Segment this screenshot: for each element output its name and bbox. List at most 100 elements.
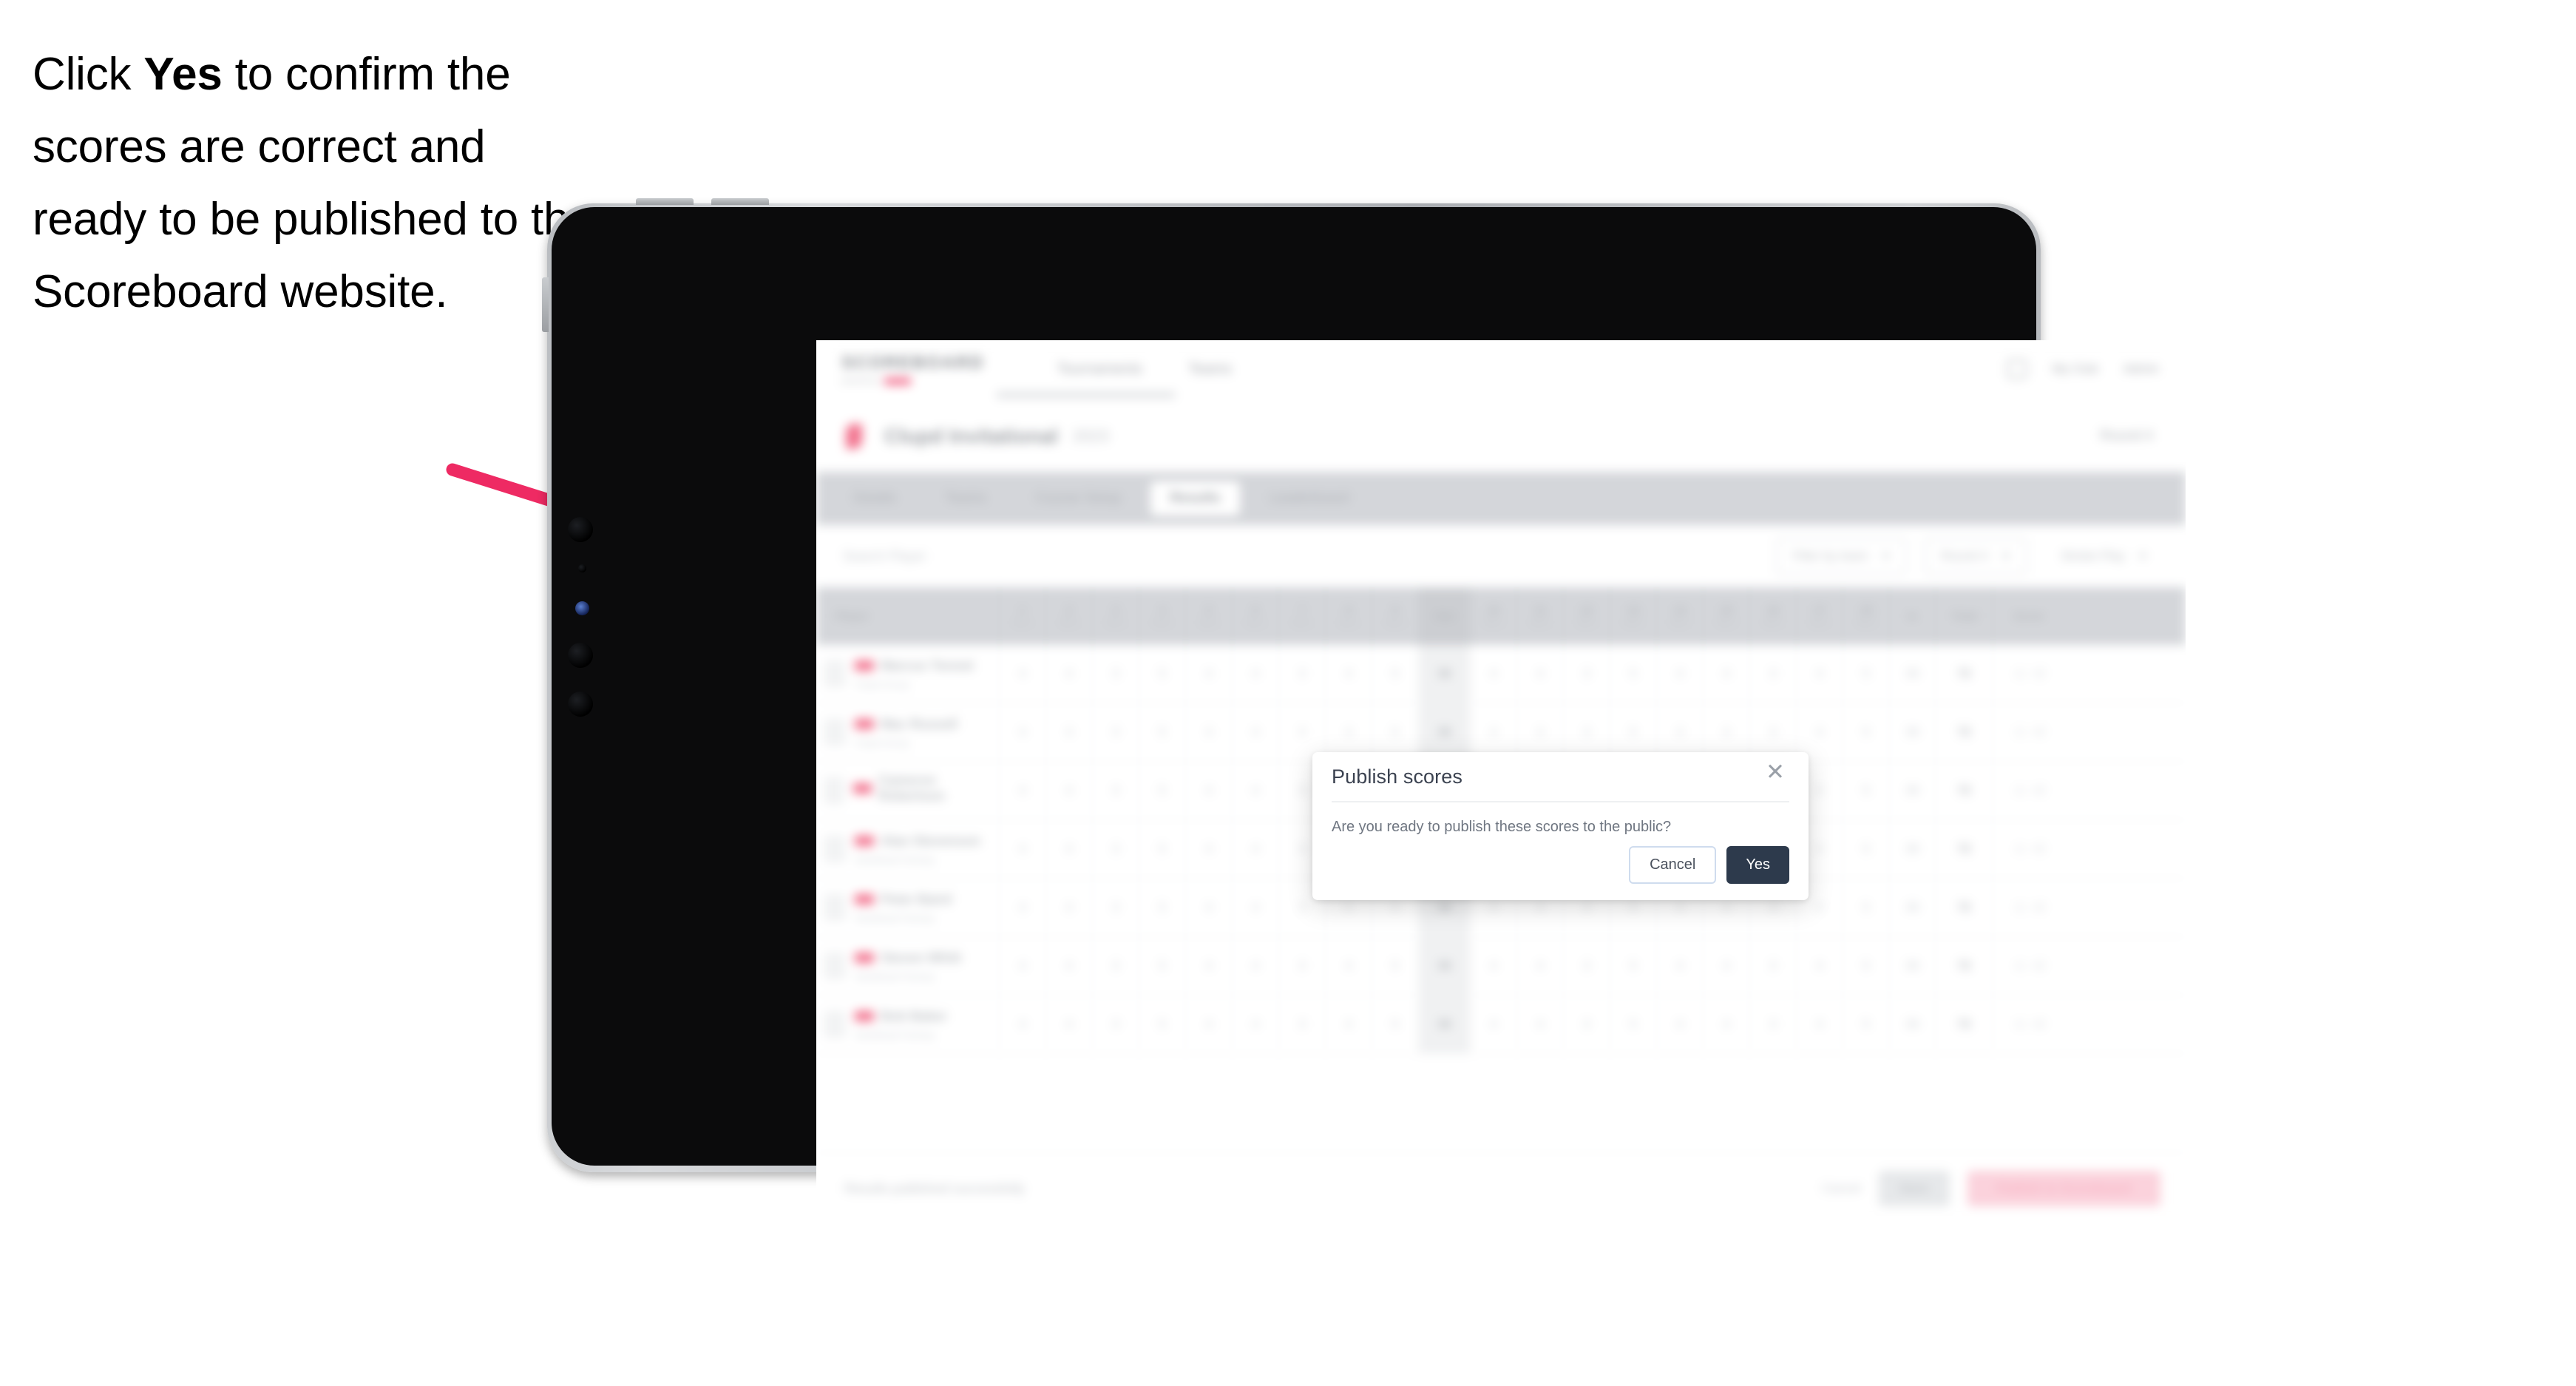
cell-in[interactable]: 36 [1890,820,1936,878]
cell-hole-4[interactable]: 5 [1139,762,1186,819]
cell-hole-6[interactable]: 4 [1233,937,1279,995]
tab-details[interactable]: Details [834,481,915,515]
cell-hole-9[interactable]: 5 [1372,937,1419,995]
cell-hole-1[interactable]: 4 [1000,995,1046,1053]
cell-hole-2[interactable]: 4 [1046,645,1093,703]
cell-hole-5[interactable]: 4 [1186,703,1233,761]
cell-hole-6[interactable]: 4 [1233,703,1279,761]
cell-hole-9[interactable]: 5 [1372,995,1419,1053]
cell-hole-12[interactable]: 3 [1564,995,1610,1053]
cell-hole-13[interactable]: 5 [1610,937,1657,995]
confirm-yes-button[interactable]: Yes [1726,846,1789,884]
cell-hole-10[interactable]: 4 [1471,937,1517,995]
cell-hole-3[interactable]: 3 [1093,645,1139,703]
nav-link-admin[interactable]: Admin [2123,362,2159,376]
cell-hole-3[interactable]: 3 [1093,820,1139,878]
table-row[interactable]: Steven Whitt Sandhead Fairway 4 4 3 5 4 4 3 4 5 36 4… [816,937,2186,995]
cell-hole-18[interactable]: 5 [1843,703,1890,761]
brand-logo[interactable]: SCOREBOARD powered by [841,353,984,385]
tab-results[interactable]: Results [1150,481,1240,515]
cell-hole-2[interactable]: 4 [1046,703,1093,761]
cell-hole-18[interactable]: 5 [1843,762,1890,819]
cell-hole-13[interactable]: 5 [1610,995,1657,1053]
volume-down-button[interactable] [711,198,769,205]
tab-course-setup[interactable]: Course Setup [1016,481,1140,515]
cell-hole-18[interactable]: 5 [1843,879,1890,936]
cell-hole-12[interactable]: 3 [1564,937,1610,995]
cell-hole-3[interactable]: 3 [1093,879,1139,936]
cell-hole-10[interactable]: 4 [1471,645,1517,703]
cell-hole-2[interactable]: 4 [1046,995,1093,1053]
cell-hole-8[interactable]: 4 [1326,937,1372,995]
cell-in[interactable]: 36 [1890,762,1936,819]
cell-hole-5[interactable]: 4 [1186,645,1233,703]
cell-hole-1[interactable]: 4 [1000,762,1046,819]
cell-hole-5[interactable]: 4 [1186,937,1233,995]
cell-hole-16[interactable]: 3 [1750,995,1797,1053]
cell-hole-5[interactable]: 4 [1186,879,1233,936]
cell-hole-1[interactable]: 4 [1000,820,1046,878]
power-button[interactable] [542,277,549,332]
cell-hole-15[interactable]: 4 [1704,937,1750,995]
cell-in[interactable]: 36 [1890,937,1936,995]
tab-leaderboard[interactable]: Leaderboard [1250,481,1369,515]
close-icon[interactable]: ✕ [1763,761,1788,786]
filter-team-dropdown[interactable]: Filter by team [1775,538,1907,575]
cell-hole-1[interactable]: 4 [1000,645,1046,703]
cell-hole-11[interactable]: 4 [1517,645,1564,703]
cell-hole-2[interactable]: 4 [1046,937,1093,995]
cell-hole-14[interactable]: 4 [1657,645,1704,703]
cell-hole-4[interactable]: 5 [1139,879,1186,936]
nav-link-teams[interactable]: Teams [1188,361,1232,378]
cell-hole-6[interactable]: 4 [1233,879,1279,936]
cell-hole-4[interactable]: 5 [1139,645,1186,703]
cell-hole-11[interactable]: 4 [1517,937,1564,995]
cell-hole-5[interactable]: 4 [1186,820,1233,878]
cell-hole-6[interactable]: 4 [1233,762,1279,819]
cell-hole-15[interactable]: 4 [1704,995,1750,1053]
cell-hole-16[interactable]: 3 [1750,937,1797,995]
tab-teams[interactable]: Teams [926,481,1006,515]
cell-hole-4[interactable]: 5 [1139,703,1186,761]
cell-hole-1[interactable]: 4 [1000,879,1046,936]
cell-hole-18[interactable]: 5 [1843,937,1890,995]
search-input[interactable]: Search Player [843,549,926,564]
cell-hole-18[interactable]: 5 [1843,995,1890,1053]
cell-hole-5[interactable]: 4 [1186,762,1233,819]
filter-round-dropdown[interactable]: Round 4 [1924,538,2027,575]
cell-hole-15[interactable]: 4 [1704,645,1750,703]
cell-hole-3[interactable]: 3 [1093,937,1139,995]
cell-hole-17[interactable]: 4 [1797,937,1843,995]
cell-hole-12[interactable]: 3 [1564,645,1610,703]
cell-in[interactable]: 36 [1890,645,1936,703]
cell-hole-18[interactable]: 5 [1843,645,1890,703]
cell-hole-18[interactable]: 5 [1843,820,1890,878]
cell-hole-14[interactable]: 4 [1657,937,1704,995]
cell-hole-17[interactable]: 4 [1797,645,1843,703]
cell-hole-5[interactable]: 4 [1186,995,1233,1053]
cell-hole-4[interactable]: 5 [1139,995,1186,1053]
footer-save-button[interactable]: Save [1878,1171,1950,1206]
table-row[interactable]: Marcus Tennet Clupd Group 4 4 3 5 4 4 3 4 5 36 4 4 3 5 4… [816,645,2186,703]
footer-publish-button[interactable]: Publish to Scoreboard [1967,1171,2160,1206]
cell-hole-1[interactable]: 4 [1000,937,1046,995]
cell-hole-7[interactable]: 3 [1279,645,1326,703]
cell-in[interactable]: 36 [1890,995,1936,1053]
table-row[interactable]: Bob Baker Sandhead Fairway 4 4 3 5 4 4 3 4 5 36 4 4 3 5… [816,995,2186,1054]
cell-hole-3[interactable]: 3 [1093,762,1139,819]
cell-hole-2[interactable]: 4 [1046,879,1093,936]
cell-hole-9[interactable]: 5 [1372,645,1419,703]
cell-in[interactable]: 36 [1890,703,1936,761]
cell-hole-3[interactable]: 3 [1093,703,1139,761]
footer-cancel-link[interactable]: Cancel [1822,1181,1861,1196]
user-icon[interactable] [2007,359,2027,379]
cell-hole-10[interactable]: 4 [1471,995,1517,1053]
cell-hole-6[interactable]: 4 [1233,995,1279,1053]
cancel-button[interactable]: Cancel [1629,846,1717,884]
cell-hole-17[interactable]: 4 [1797,995,1843,1053]
cell-hole-6[interactable]: 4 [1233,820,1279,878]
cell-hole-6[interactable]: 4 [1233,645,1279,703]
cell-hole-1[interactable]: 4 [1000,703,1046,761]
cell-hole-13[interactable]: 5 [1610,645,1657,703]
cell-hole-14[interactable]: 4 [1657,995,1704,1053]
